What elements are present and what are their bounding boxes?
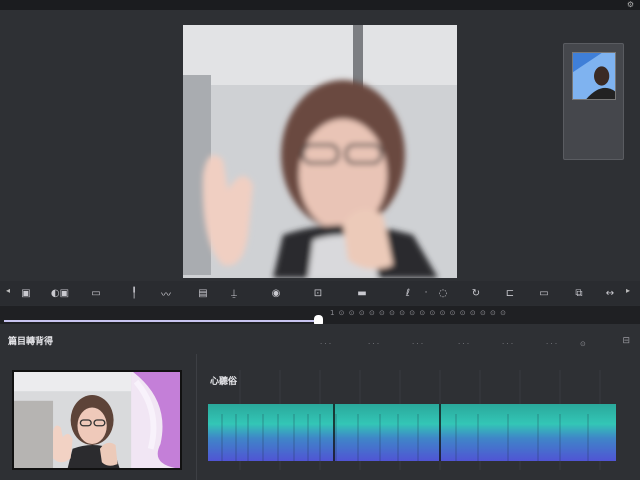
ruler-ticks: 1 ⊙ ⊙ ⊙ ⊙ ⊙ ⊙ ⊙ ⊙ ⊙ ⊙ ⊙ ⊙ ⊙ ⊙ ⊙ ⊙ ⊙ [330,309,507,317]
scroll-left-icon[interactable]: ◂ [6,286,10,295]
keyboard-icon[interactable]: ▬ [354,285,370,301]
pip-thumbnail[interactable] [572,52,616,100]
timeline-marks: · · · · · · · · · · · · · · · · · · ⊙ [320,340,586,348]
compare-icon[interactable]: ⧉ [571,285,587,301]
loop-icon[interactable]: ↔ [602,285,618,301]
settings-icon[interactable]: ⚙ [627,0,634,10]
text-icon[interactable]: ◐▣ [51,285,69,301]
pin-icon[interactable]: ╿ [126,285,142,301]
tag-icon[interactable]: ⊏ [502,285,518,301]
timeline-panel: 篇目轉背得 · · · · · · · · · · · · · · · · · … [0,324,640,480]
section-title: 篇目轉背得 [8,337,54,347]
folder-icon[interactable]: ▤ [195,285,211,301]
transition-icon[interactable]: ▭ [88,285,104,301]
top-bar: ⚙ [0,0,640,10]
effects-icon[interactable]: 〰 [158,285,174,301]
scroll-right-icon[interactable]: ▸ [626,286,630,295]
audio-waveform[interactable] [208,404,616,461]
dot-icon: · [424,288,428,298]
sticker-icon[interactable]: ◉ [268,285,284,301]
mic-icon[interactable]: ⍊ [226,285,242,301]
clip-image [14,372,180,468]
frame-icon[interactable]: ▭ [536,285,552,301]
collapse-icon[interactable]: ⊟ [622,336,630,346]
waveform-graphic [208,404,616,461]
preview-stage [0,10,640,282]
playback-progress [4,320,320,322]
video-frame-image [183,25,457,278]
pen-icon[interactable]: ℓ [400,285,416,301]
pip-panel[interactable] [563,43,624,160]
pip-image [573,53,615,99]
tool-bar: ◂ ▣ ◐▣ ▭ ╿ 〰 ▤ ⍊ ◉ ⊡ ▬ ℓ · ◌ ↻ ⊏ ▭ ⧉ ↔ ▸ [0,281,640,305]
media-icon[interactable]: ▣ [18,285,34,301]
circle-icon[interactable]: ◌ [435,285,451,301]
panel-divider [196,354,197,480]
video-clip-thumbnail[interactable] [12,370,182,470]
audio-track-label: 心聽俗 [210,377,238,387]
video-preview[interactable] [183,25,457,278]
playback-ruler[interactable]: 1 ⊙ ⊙ ⊙ ⊙ ⊙ ⊙ ⊙ ⊙ ⊙ ⊙ ⊙ ⊙ ⊙ ⊙ ⊙ ⊙ ⊙ [0,306,640,327]
link-icon[interactable]: ↻ [468,285,484,301]
crop-icon[interactable]: ⊡ [310,285,326,301]
